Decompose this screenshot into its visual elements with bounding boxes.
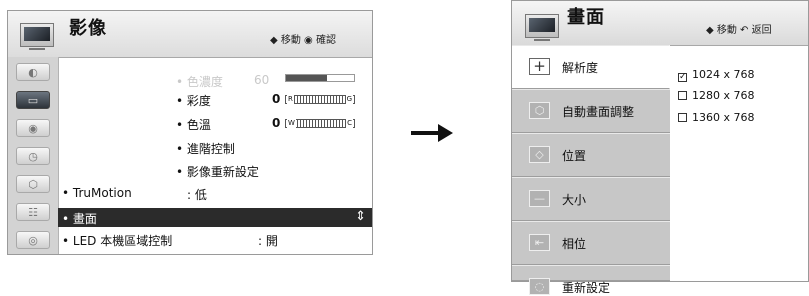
color-temp-right-label: C xyxy=(346,118,353,129)
tint-slider[interactable]: R G xyxy=(285,94,355,105)
tint-left-label: R xyxy=(287,94,294,105)
right-arrow-head xyxy=(438,124,453,142)
lock-icon[interactable]: ⬡ xyxy=(16,175,50,193)
resolution-label: 1360 x 768 xyxy=(692,111,755,124)
tint-right-label: G xyxy=(345,94,353,105)
tv-icon xyxy=(525,14,559,38)
option-icon[interactable]: ☷ xyxy=(16,203,50,221)
tv-icon xyxy=(20,23,54,47)
tint-value: 0 xyxy=(272,92,281,106)
screen-row-selected[interactable]: • 畫面 ⇕ xyxy=(58,208,372,227)
menu-item-size[interactable]: — 大小 xyxy=(512,177,670,221)
screen-label: • 畫面 xyxy=(62,212,97,226)
screen-menu-sidebar: + 解析度 ⬡ 自動畫面調整 ◇ 位置 — 大小 ⇤ 相位 ◌ 重新設定 xyxy=(512,45,670,295)
color-depth-label: • 色濃度 xyxy=(176,75,223,89)
audio-icon[interactable]: ◉ xyxy=(16,119,50,137)
color-depth-bar[interactable] xyxy=(285,74,355,82)
resolution-label: 1280 x 768 xyxy=(692,89,755,102)
trumotion-label: • TruMotion xyxy=(62,186,132,200)
menu-item-label: 自動畫面調整 xyxy=(562,105,635,119)
right-arrow-icon xyxy=(411,131,441,135)
checkbox-checked-icon: ✓ xyxy=(678,72,687,82)
menu-item-label: 大小 xyxy=(562,193,587,207)
plus-icon: + xyxy=(529,58,550,75)
auto-config-icon: ⬡ xyxy=(529,102,550,119)
page-title: 畫面 xyxy=(567,7,605,28)
size-icon: — xyxy=(529,190,550,207)
color-temp-left-label: W xyxy=(287,118,296,129)
picture-menu-panel: 影像 ◆ 移動 ◉ 確認 ◐ ▭ ◉ ◷ ⬡ ☷ ◎ • 色濃度 60 • 彩度… xyxy=(7,10,373,255)
menu-item-label: 相位 xyxy=(562,237,587,251)
resolution-label: 1024 x 768 xyxy=(692,68,755,81)
scroll-updown-icon: ⇕ xyxy=(355,209,366,224)
reset-icon: ◌ xyxy=(529,278,550,295)
menu-item-label: 位置 xyxy=(562,149,587,163)
led-local-dimming-label: • LED 本機區域控制 xyxy=(62,234,173,248)
menu-item-reset[interactable]: ◌ 重新設定 xyxy=(512,265,670,295)
menu-item-label: 解析度 xyxy=(562,61,599,75)
tv-stand xyxy=(534,39,550,41)
category-sidebar: ◐ ▭ ◉ ◷ ⬡ ☷ ◎ xyxy=(8,57,59,254)
resolution-option-1024[interactable]: ✓ 1024 x 768 xyxy=(678,68,755,82)
tv-stand xyxy=(29,48,45,50)
trumotion-value: : 低 xyxy=(187,188,207,202)
advanced-control-label: • 進階控制 xyxy=(176,142,235,156)
color-temp-label: • 色溫 xyxy=(176,118,211,132)
color-depth-value: 60 xyxy=(254,73,270,87)
screen-icon[interactable]: ▭ xyxy=(16,91,50,109)
resolution-option-1280[interactable]: 1280 x 768 xyxy=(678,89,755,102)
picture-reset-label: • 影像重新設定 xyxy=(176,165,259,179)
menu-item-phase[interactable]: ⇤ 相位 xyxy=(512,221,670,265)
color-temp-slider[interactable]: W C xyxy=(285,118,355,129)
checkbox-icon xyxy=(678,91,687,100)
input-icon[interactable]: ◎ xyxy=(16,231,50,249)
picture-icon[interactable]: ◐ xyxy=(16,63,50,81)
menu-item-position[interactable]: ◇ 位置 xyxy=(512,133,670,177)
led-local-dimming-value: : 開 xyxy=(258,234,278,248)
picture-menu-header: 影像 ◆ 移動 ◉ 確認 xyxy=(8,11,372,58)
screen-menu-header: 畫面 ◆ 移動 ↶ 返回 xyxy=(512,1,808,46)
tint-label: • 彩度 xyxy=(176,94,211,108)
page-title: 影像 xyxy=(69,18,107,39)
position-icon: ◇ xyxy=(529,146,550,163)
nav-hint: ◆ 移動 ◉ 確認 xyxy=(270,35,336,46)
color-depth-bar-fill xyxy=(286,75,327,81)
menu-item-auto-config[interactable]: ⬡ 自動畫面調整 xyxy=(512,89,670,133)
nav-hint: ◆ 移動 ↶ 返回 xyxy=(706,25,772,36)
time-icon[interactable]: ◷ xyxy=(16,147,50,165)
phase-icon: ⇤ xyxy=(529,234,550,251)
color-temp-value: 0 xyxy=(272,116,281,130)
menu-item-resolution[interactable]: + 解析度 xyxy=(512,45,670,89)
screen-menu-panel: 畫面 ◆ 移動 ↶ 返回 + 解析度 ⬡ 自動畫面調整 ◇ 位置 — 大小 ⇤ … xyxy=(511,0,809,295)
checkbox-icon xyxy=(678,113,687,122)
resolution-option-1360[interactable]: 1360 x 768 xyxy=(678,111,755,124)
